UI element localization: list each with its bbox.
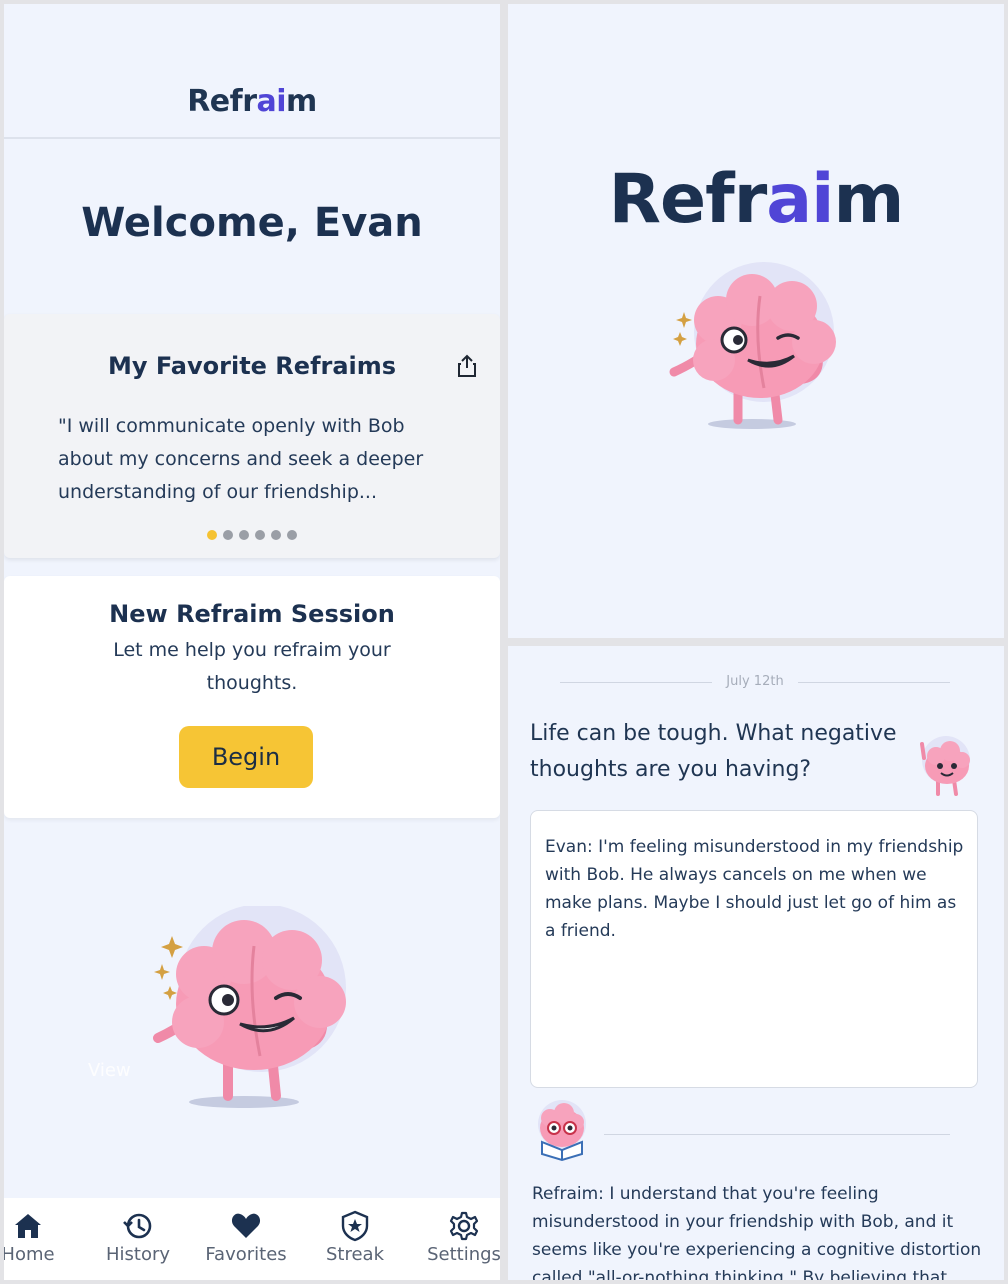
tab-home[interactable]: Home [4, 1210, 76, 1265]
favorite-quote: "I will communicate openly with Bob abou… [58, 415, 424, 503]
history-icon [123, 1213, 152, 1239]
new-session-card: New Refraim Session Let me help you refr… [4, 576, 500, 818]
carousel-dot[interactable] [271, 530, 281, 540]
session-subtitle: Let me help you refraim your thoughts. [113, 639, 391, 694]
begin-button[interactable]: Begin [179, 726, 313, 788]
carousel-dot[interactable] [239, 530, 249, 540]
share-icon[interactable] [456, 354, 478, 378]
brain-mascot-illustration [669, 262, 836, 429]
refraim-reply-text: Refraim: I understand that you're feelin… [532, 1184, 982, 1280]
home-screen: Refraim Welcome, Evan My Favorite Refrai… [4, 4, 500, 1280]
home-icon [15, 1214, 41, 1238]
reply-divider [604, 1134, 950, 1135]
tab-streak[interactable]: Streak [307, 1210, 403, 1265]
bottom-tab-bar: Home History Favorites Streak Settings [4, 1198, 500, 1280]
heart-icon [231, 1213, 261, 1238]
bot-prompt-message: Life can be tough. What negative thought… [530, 721, 897, 782]
carousel-dots[interactable] [4, 530, 500, 540]
header-divider [4, 137, 500, 139]
favorites-card[interactable]: My Favorite Refraims "I will communicate… [4, 314, 500, 558]
splash-logo: Refraim [608, 160, 905, 239]
tab-history[interactable]: History [90, 1210, 186, 1265]
favorites-title: My Favorite Refraims [107, 352, 397, 380]
gear-icon [449, 1211, 479, 1241]
user-thought-text: Evan: I'm feeling misunderstood in my fr… [545, 837, 964, 941]
carousel-dot[interactable] [223, 530, 233, 540]
date-line-right [798, 682, 950, 683]
badge-star-icon [341, 1210, 369, 1242]
tab-favorites[interactable]: Favorites [198, 1210, 294, 1265]
carousel-dot-active[interactable] [207, 530, 217, 540]
carousel-dot[interactable] [255, 530, 265, 540]
waving-brain-avatar [920, 736, 970, 796]
app-logo: Refraim [187, 84, 317, 119]
carousel-dot[interactable] [287, 530, 297, 540]
date-separator: July 12th [560, 674, 950, 690]
tab-settings[interactable]: Settings [416, 1210, 500, 1265]
view-overlay-text: View [88, 1060, 131, 1081]
reading-brain-avatar [538, 1100, 586, 1162]
chat-screen: July 12th Life can be tough. What negati… [508, 646, 1004, 1280]
welcome-heading: Welcome, Evan [81, 200, 423, 246]
splash-screen: Refraim [508, 4, 1004, 638]
user-thought-textbox[interactable]: Evan: I'm feeling misunderstood in my fr… [530, 810, 978, 1088]
brain-mascot-illustration [153, 906, 346, 1108]
session-title: New Refraim Session [109, 600, 395, 628]
